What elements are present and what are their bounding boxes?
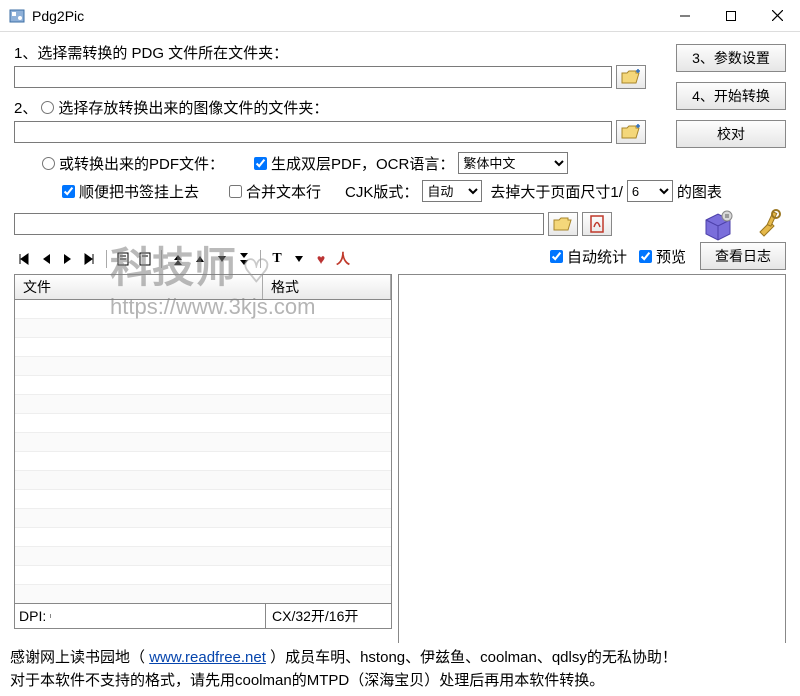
table-row[interactable] [15,490,391,509]
heart-icon[interactable]: ♥ [311,249,331,269]
acrobat-icon[interactable]: 人 [333,249,353,269]
footer-text-1b: ）成员车明、hstong、伊兹鱼、coolman、qdlsy的无私协助！ [270,649,677,666]
titlebar: Pdg2Pic [0,0,800,32]
down2-icon[interactable] [234,249,254,269]
table-row[interactable] [15,547,391,566]
table-row[interactable] [15,452,391,471]
tools-icon[interactable] [750,206,786,242]
app-icon [8,7,26,25]
table-row[interactable] [15,395,391,414]
gen-layer-check[interactable] [254,157,267,170]
footer-text-2: 对于本软件不支持的格式，请先用coolman的MTPD（深海宝贝）处理后再用本软… [10,670,790,693]
output-pdf-radio[interactable] [42,157,55,170]
pdf-icon-button[interactable] [582,212,612,236]
text-icon[interactable]: T [267,249,287,269]
footer: 感谢网上读书园地（ www.readfree.net ）成员车明、hstong、… [0,643,800,696]
output-folder-input[interactable] [14,121,612,143]
last-icon[interactable] [80,249,100,269]
table-row[interactable] [15,357,391,376]
start-button[interactable]: 4、开始转换 [676,82,786,110]
grid-body[interactable] [14,300,392,604]
table-row[interactable] [15,566,391,585]
table-row[interactable] [15,471,391,490]
table-row[interactable] [15,319,391,338]
down1-icon[interactable] [212,249,232,269]
footer-text-1a: 感谢网上读书园地（ [10,649,145,666]
chart-suffix-label: 的图表 [677,181,722,202]
browse-pdg-button[interactable] [616,65,646,89]
doc1-icon[interactable] [113,249,133,269]
table-row[interactable] [15,585,391,604]
browse3-button[interactable] [548,212,578,236]
close-button[interactable] [754,0,800,32]
table-row[interactable] [15,433,391,452]
preview-check[interactable] [639,250,652,263]
auto-stat-label: 自动统计 [567,246,627,267]
up2-icon[interactable] [168,249,188,269]
or-pdf-label: 或转换出来的PDF文件： [59,153,224,174]
package-icon[interactable] [700,206,736,242]
first-icon[interactable] [14,249,34,269]
dpi-value [50,614,265,618]
fraction-select[interactable]: 6 [627,180,673,202]
verify-button[interactable]: 校对 [676,120,786,148]
table-row[interactable] [15,414,391,433]
cjk-select[interactable]: 自动 [422,180,482,202]
preview-panel [398,274,786,652]
preview-label: 预览 [656,246,686,267]
merge-text-check[interactable] [229,185,242,198]
gen-layer-label: 生成双层PDF，OCR语言： [271,153,454,174]
dpi-label: DPI: [15,606,50,626]
bookmark-label: 顺便把书签挂上去 [79,181,199,202]
table-row[interactable] [15,338,391,357]
pdg-folder-input[interactable] [14,66,612,88]
table-row[interactable] [15,528,391,547]
merge-text-label: 合并文本行 [246,181,321,202]
auto-stat-check[interactable] [550,250,563,263]
file-list-panel: 文件 格式 DPI: [14,274,392,652]
footer-link[interactable]: www.readfree.net [149,649,266,666]
drop-gt-label: 去掉大于页面尺寸1/ [490,181,623,202]
window-title: Pdg2Pic [32,8,662,24]
cx-label: CX/32开/16开 [265,604,391,628]
col-format-header[interactable]: 格式 [263,275,391,299]
params-button[interactable]: 3、参数设置 [676,44,786,72]
path3-input[interactable] [14,213,544,235]
step2-prefix: 2、 [14,97,37,118]
view-log-button[interactable]: 查看日志 [700,242,786,270]
step1-label: 1、选择需转换的 PDG 文件所在文件夹： [14,42,288,63]
maximize-button[interactable] [708,0,754,32]
dropdown-icon[interactable] [289,249,309,269]
table-row[interactable] [15,300,391,319]
nav-toolbar: T ♥ 人 [14,249,353,269]
prev-icon[interactable] [36,249,56,269]
bookmark-check[interactable] [62,185,75,198]
doc2-icon[interactable] [135,249,155,269]
table-row[interactable] [15,509,391,528]
up1-icon[interactable] [190,249,210,269]
next-icon[interactable] [58,249,78,269]
cjk-label: CJK版式： [345,181,418,202]
col-file-header[interactable]: 文件 [15,275,263,299]
step2-label: 选择存放转换出来的图像文件的文件夹： [58,97,328,118]
browse-output-button[interactable] [616,120,646,144]
minimize-button[interactable] [662,0,708,32]
table-row[interactable] [15,376,391,395]
ocr-lang-select[interactable]: 繁体中文 [458,152,568,174]
output-folder-radio[interactable] [41,101,54,114]
